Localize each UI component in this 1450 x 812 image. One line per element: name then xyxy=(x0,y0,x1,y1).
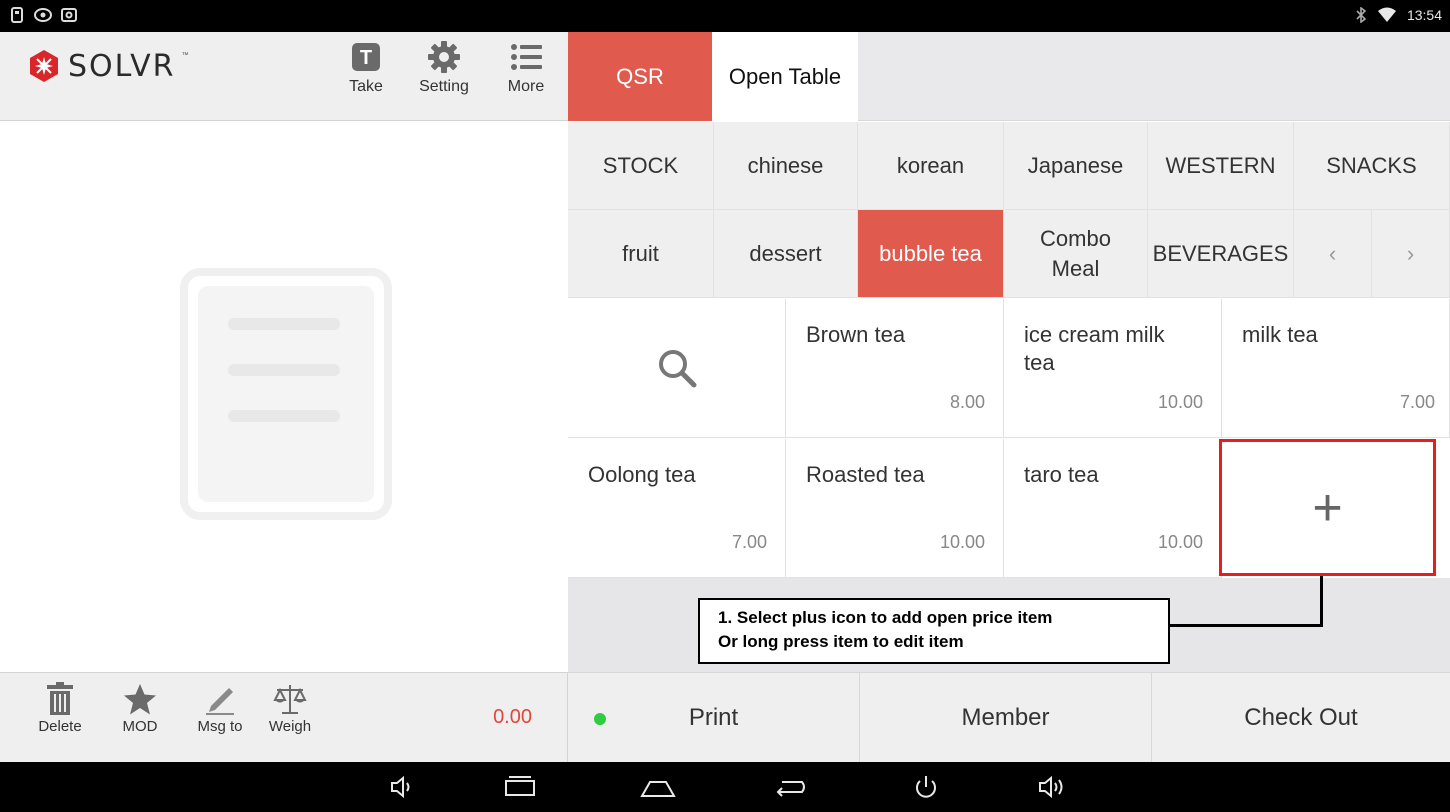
status-bar: 13:54 xyxy=(0,0,1450,32)
category-japanese[interactable]: Japanese xyxy=(1004,122,1148,210)
menu-item-price: 7.00 xyxy=(731,532,767,552)
menu-item-name: Oolong tea xyxy=(588,462,696,487)
category-combo-meal[interactable]: Combo Meal xyxy=(1004,210,1148,298)
more-label: More xyxy=(507,78,545,95)
category-snacks[interactable]: SNACKS xyxy=(1294,122,1450,210)
menu-item-name: taro tea xyxy=(1024,462,1099,487)
checkout-label: Check Out xyxy=(1244,704,1358,731)
weigh-button[interactable]: Weigh xyxy=(260,682,320,752)
menu-item-price: 7.00 xyxy=(1399,392,1435,412)
recent-apps-icon[interactable] xyxy=(502,772,538,802)
category-dessert[interactable]: dessert xyxy=(714,210,858,298)
screenshot-icon xyxy=(61,8,77,22)
star-icon xyxy=(124,684,156,715)
chevron-left-icon: ‹ xyxy=(1328,240,1337,266)
print-label: Print xyxy=(688,704,739,731)
logo-mark-icon xyxy=(30,50,58,82)
member-label: Member xyxy=(961,704,1050,731)
delete-label: Delete xyxy=(38,718,82,735)
take-icon: T xyxy=(352,43,380,71)
list-icon xyxy=(511,44,542,70)
callout-line-1: 1. Select plus icon to add open price it… xyxy=(718,608,1053,627)
member-button[interactable]: Member xyxy=(860,673,1152,763)
chevron-right-icon: › xyxy=(1406,240,1415,266)
menu-item-tile[interactable]: Oolong tea 7.00 xyxy=(568,439,786,578)
order-panel-header: SOLVR ™ xyxy=(0,32,568,121)
callout-connector xyxy=(1170,624,1322,627)
category-korean[interactable]: korean xyxy=(858,122,1004,210)
add-open-price-item-button[interactable]: + xyxy=(1219,439,1436,576)
menu-item-name: ice cream milk tea xyxy=(1024,322,1165,375)
pos-app: 13:54 SOLVR ™ T Take Setting More Delete… xyxy=(0,0,1450,812)
category-stock[interactable]: STOCK xyxy=(568,122,714,210)
gear-icon xyxy=(428,41,460,73)
trademark: ™ xyxy=(181,52,189,59)
order-total: 0.00 xyxy=(493,706,532,728)
category-beverages[interactable]: BEVERAGES xyxy=(1148,210,1294,298)
menu-item-price: 10.00 xyxy=(1157,392,1203,412)
trash-icon xyxy=(47,682,73,715)
action-bar: Print Member Check Out xyxy=(568,672,1450,763)
category-chinese[interactable]: chinese xyxy=(714,122,858,210)
menu-item-tile[interactable]: Roasted tea 10.00 xyxy=(786,439,1004,578)
volume-down-icon[interactable] xyxy=(384,772,420,802)
message-label: Msg to xyxy=(197,718,243,735)
take-label: Take xyxy=(349,78,383,95)
tab-qsr[interactable]: QSR xyxy=(568,32,712,121)
more-button[interactable]: More xyxy=(496,40,556,116)
mod-button[interactable]: MOD xyxy=(110,682,170,752)
menu-item-tile[interactable]: taro tea 10.00 xyxy=(1004,439,1222,578)
scale-icon xyxy=(273,685,307,714)
search-icon xyxy=(658,350,696,388)
volume-up-icon[interactable] xyxy=(1034,772,1070,802)
mod-label: MOD xyxy=(122,718,158,735)
menu-item-tile[interactable]: Brown tea 8.00 xyxy=(786,299,1004,438)
system-nav-bar xyxy=(0,762,1450,812)
weigh-label: Weigh xyxy=(268,718,312,735)
category-next-button[interactable]: › xyxy=(1372,210,1450,298)
take-badge: T xyxy=(360,47,372,69)
pencil-icon xyxy=(206,688,234,715)
category-bubble-tea[interactable]: bubble tea xyxy=(858,210,1004,298)
category-fruit[interactable]: fruit xyxy=(568,210,714,298)
menu-item-price: 10.00 xyxy=(1157,532,1203,552)
usb-icon xyxy=(11,7,23,23)
logo-text: SOLVR xyxy=(68,48,176,84)
power-icon[interactable] xyxy=(908,772,944,802)
item-search-button[interactable] xyxy=(568,299,786,438)
empty-document-icon xyxy=(180,268,392,520)
category-western[interactable]: WESTERN xyxy=(1148,122,1294,210)
print-button[interactable]: Print xyxy=(568,673,860,763)
menu-item-price: 8.00 xyxy=(949,392,985,412)
menu-item-name: milk tea xyxy=(1242,322,1318,347)
menu-item-tile[interactable]: ice cream milk tea 10.00 xyxy=(1004,299,1222,438)
back-icon[interactable] xyxy=(772,772,808,802)
print-status-dot xyxy=(594,713,606,725)
menu-item-name: Brown tea xyxy=(806,322,906,347)
message-button[interactable]: Msg to xyxy=(190,682,250,752)
eye-icon xyxy=(34,8,52,22)
menu-item-tile[interactable]: milk tea 7.00 xyxy=(1222,299,1450,438)
plus-icon: + xyxy=(1312,478,1343,537)
delete-button[interactable]: Delete xyxy=(30,682,90,752)
callout-line-2: Or long press item to edit item xyxy=(718,632,964,651)
take-button[interactable]: T Take xyxy=(336,40,396,116)
instruction-callout: 1. Select plus icon to add open price it… xyxy=(698,598,1170,664)
category-prev-button[interactable]: ‹ xyxy=(1294,210,1372,298)
menu-item-name: Roasted tea xyxy=(806,462,925,487)
logo: SOLVR ™ xyxy=(26,46,188,86)
setting-label: Setting xyxy=(419,78,469,95)
tab-open-table[interactable]: Open Table xyxy=(712,32,858,121)
menu-item-price: 10.00 xyxy=(939,532,985,552)
mode-tabs: QSR Open Table xyxy=(568,32,1450,121)
callout-connector xyxy=(1320,576,1323,627)
checkout-button[interactable]: Check Out xyxy=(1152,673,1450,763)
wifi-icon xyxy=(1377,7,1396,22)
home-icon[interactable] xyxy=(640,772,676,802)
bluetooth-icon xyxy=(1356,7,1367,23)
clock: 13:54 xyxy=(1406,7,1442,23)
setting-button[interactable]: Setting xyxy=(414,40,474,116)
